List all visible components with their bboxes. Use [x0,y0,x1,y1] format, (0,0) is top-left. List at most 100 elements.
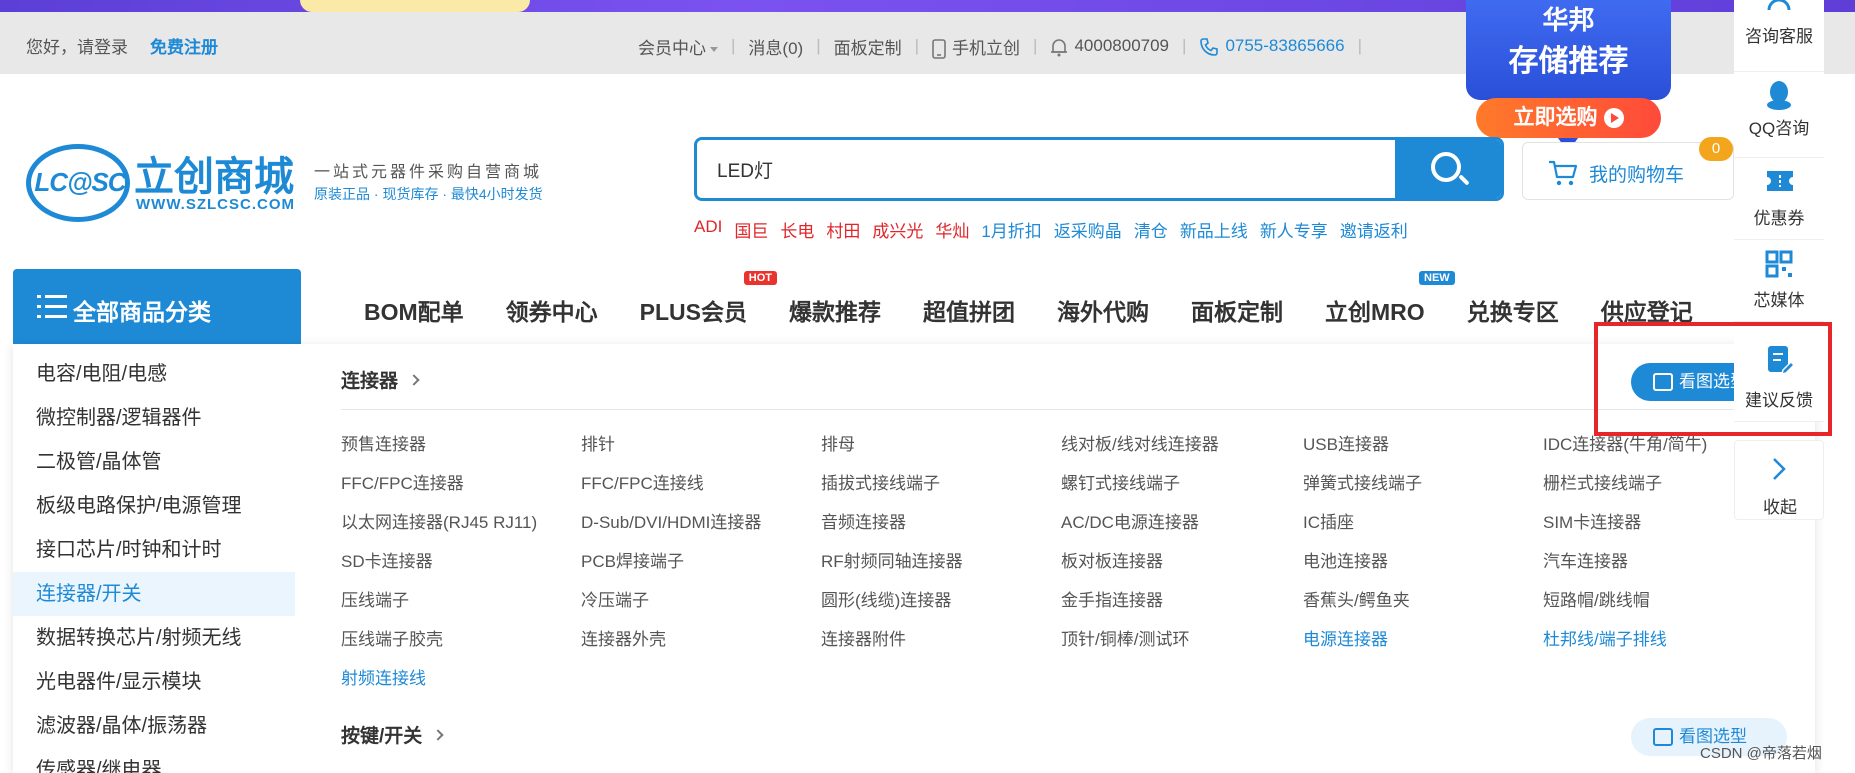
subcategory-link[interactable]: D-Sub/DVI/HDMI连接器 [581,508,761,533]
subcategory-link[interactable]: 栅栏式接线端子 [1543,469,1662,494]
category-item[interactable]: 数据转换芯片/射频无线 [13,616,295,660]
category-item[interactable]: 接口芯片/时钟和计时 [13,528,295,572]
chevron-right-icon [408,374,420,386]
nav-item-exchange[interactable]: 兑换专区 [1467,293,1559,327]
subcategory-link[interactable]: 板对板连接器 [1061,547,1163,572]
login-link[interactable]: 您好，请登录 [26,33,128,58]
subcategory-link[interactable]: SD卡连接器 [341,547,433,572]
nav-item-group-buy[interactable]: 超值拼团 [923,293,1015,327]
subcategory-link[interactable]: 压线端子胶壳 [341,625,443,650]
hotword-link[interactable]: 长电 [780,217,814,242]
subcategory-link[interactable]: 压线端子 [341,586,409,611]
group-title-switches[interactable]: 按键/开关 [341,721,444,748]
register-link[interactable]: 免费注册 [150,33,218,58]
category-item[interactable]: 二极管/晶体管 [13,440,295,484]
hotword-link[interactable]: 华灿 [935,217,969,242]
new-badge: NEW [1419,271,1455,285]
nav-item-plus[interactable]: PLUS会员 HOT [640,271,778,327]
promo-buy-button[interactable]: 立即选购 [1476,98,1661,138]
subcategory-link[interactable]: IC插座 [1303,508,1354,533]
subcategory-link[interactable]: PCB焊接端子 [581,547,684,572]
subcategory-link[interactable]: 电池连接器 [1303,547,1388,572]
hotword-link[interactable]: 新品上线 [1180,217,1248,242]
search-icon [1431,152,1461,182]
cart-icon [1549,160,1578,186]
panel-custom-link[interactable]: 面板定制 [834,34,902,59]
subcategory-link[interactable]: 杜邦线/端子排线 [1543,625,1667,650]
media-button[interactable]: 芯媒体 [1734,240,1824,322]
storage-promo-ad[interactable]: 华邦 存储推荐 立即选购 [1466,0,1671,160]
chevron-right-icon [432,729,444,741]
category-item[interactable]: 板级电路保护/电源管理 [13,484,295,528]
hotword-link[interactable]: 村田 [826,217,860,242]
customer-service-button[interactable]: 咨询客服 [1734,0,1824,72]
nav-item-coupons[interactable]: 领券中心 [506,293,598,327]
search-button[interactable] [1395,140,1501,198]
hotword-link[interactable]: 邀请返利 [1340,217,1408,242]
qq-consult-button[interactable]: QQ咨询 [1734,72,1824,158]
subcategory-link[interactable]: RF射频同轴连接器 [821,547,963,572]
subcategory-link[interactable]: AC/DC电源连接器 [1061,508,1199,533]
mobile-link[interactable]: 手机立创 [932,34,1020,60]
messages-link[interactable]: 消息(0) [748,34,803,59]
hotword-link[interactable]: ADI [694,217,722,242]
subcategory-link[interactable]: 线对板/线对线连接器 [1061,430,1219,455]
subcategory-link[interactable]: FFC/FPC连接器 [341,469,464,494]
search-input[interactable] [697,140,1397,198]
category-dropdown: 电容/电阻/电感 微控制器/逻辑器件 二极管/晶体管 板级电路保护/电源管理 接… [13,344,1815,773]
subcategory-link[interactable]: 短路帽/跳线帽 [1543,586,1650,611]
member-center-menu[interactable]: 会员中心 [638,34,718,59]
cart-count-badge: 0 [1699,137,1733,161]
subcategory-link[interactable]: 音频连接器 [821,508,906,533]
subcategory-link[interactable]: 金手指连接器 [1061,586,1163,611]
nav-item-bom[interactable]: BOM配单 [364,293,464,327]
nav-item-hot-deals[interactable]: 爆款推荐 [789,293,881,327]
category-item[interactable]: 传感器/继电器 [13,748,295,773]
site-logo[interactable]: LC@SC 立创商城 WWW.SZLCSC.COM 一站式元器件采购自营商城 原… [26,140,586,230]
subcategory-link[interactable]: 插拔式接线端子 [821,469,940,494]
category-item-active[interactable]: 连接器/开关 [13,572,295,616]
nav-item-panel-custom[interactable]: 面板定制 [1191,293,1283,327]
subcategory-link[interactable]: 香蕉头/鳄鱼夹 [1303,586,1410,611]
subcategory-link[interactable]: 弹簧式接线端子 [1303,469,1422,494]
subcategory-link[interactable]: FFC/FPC连接线 [581,469,704,494]
subcategory-link[interactable]: 螺钉式接线端子 [1061,469,1180,494]
all-categories-button[interactable]: 全部商品分类 [13,269,301,344]
hotword-link[interactable]: 返采购晶 [1054,217,1122,242]
subcategory-link[interactable]: USB连接器 [1303,430,1389,455]
category-list: 电容/电阻/电感 微控制器/逻辑器件 二极管/晶体管 板级电路保护/电源管理 接… [13,344,295,773]
nav-item-mro[interactable]: 立创MRO NEW [1325,271,1455,327]
subcategory-link[interactable]: 圆形(线缆)连接器 [821,586,951,611]
hotword-link[interactable]: 清仓 [1134,217,1168,242]
coupon-icon [1767,171,1793,191]
nav-item-overseas[interactable]: 海外代购 [1057,293,1149,327]
category-item[interactable]: 电容/电阻/电感 [13,352,295,396]
subcategory-link[interactable]: 电源连接器 [1303,625,1388,650]
logo-badge: LC@SC [26,144,130,222]
collapse-button[interactable]: 收起 [1734,440,1824,520]
hotword-link[interactable]: 新人专享 [1260,217,1328,242]
hot-search-words: ADI 国巨 长电 村田 成兴光 华灿 1月折扣 返采购晶 清仓 新品上线 新人… [694,217,1420,242]
group-title-connectors[interactable]: 连接器 [341,366,420,393]
hotword-link[interactable]: 成兴光 [872,217,923,242]
coupon-button[interactable]: 优惠券 [1734,158,1824,240]
shopping-cart-button[interactable]: 我的购物车 0 [1522,137,1734,200]
subcategory-link[interactable]: 排针 [581,430,615,455]
category-item[interactable]: 滤波器/晶体/振荡器 [13,704,295,748]
subcategory-link[interactable]: 射频连接线 [341,664,426,689]
subcategory-link[interactable]: 预售连接器 [341,430,426,455]
subcategory-link[interactable]: 冷压端子 [581,586,649,611]
subcategory-link[interactable]: SIM卡连接器 [1543,508,1641,533]
subcategory-link[interactable]: 顶针/铜棒/测试环 [1061,625,1189,650]
hotword-link[interactable]: 1月折扣 [981,217,1041,242]
top-links: 会员中心 | 消息(0) | 面板定制 | 手机立创 | 4000800709 … [638,33,1600,60]
subcategory-link[interactable]: 以太网连接器(RJ45 RJ11) [341,508,537,533]
subcategory-link[interactable]: 连接器外壳 [581,625,666,650]
image-icon [1653,728,1673,746]
subcategory-link[interactable]: 连接器附件 [821,625,906,650]
subcategory-link[interactable]: 汽车连接器 [1543,547,1628,572]
subcategory-link[interactable]: 排母 [821,430,855,455]
category-item[interactable]: 微控制器/逻辑器件 [13,396,295,440]
hotword-link[interactable]: 国巨 [734,217,768,242]
category-item[interactable]: 光电器件/显示模块 [13,660,295,704]
